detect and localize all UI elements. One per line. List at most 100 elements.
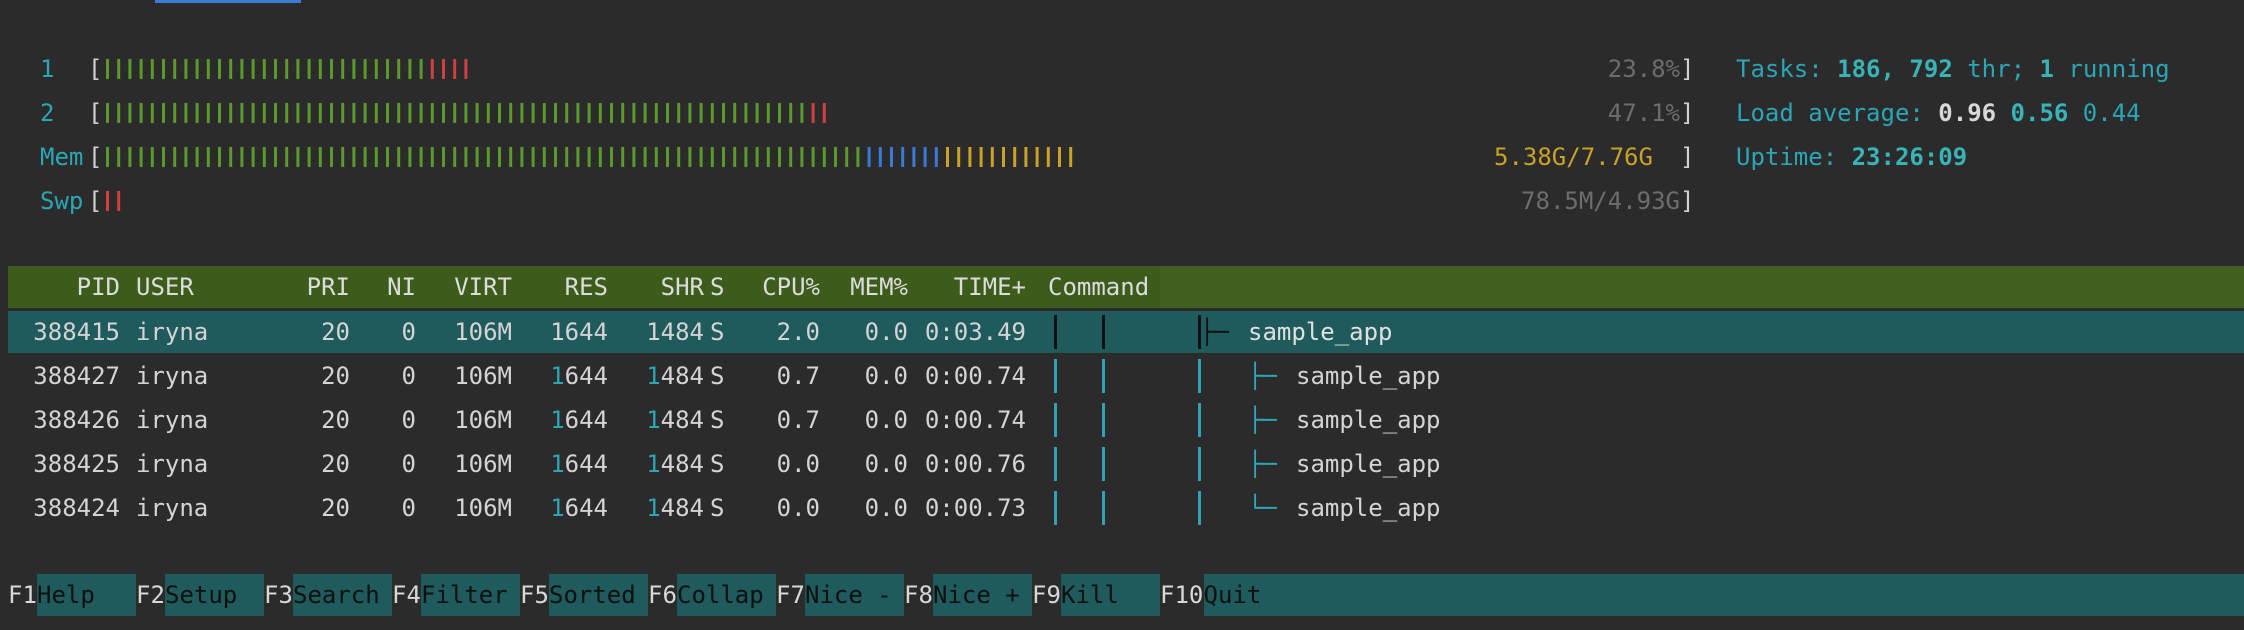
cpu2-usage-bar [106, 103, 826, 123]
process-row[interactable]: 388424 iryna 20 0 106M S 0.0 0.0 0:00.73 1644 1484… [8, 487, 2244, 529]
meter-tick [811, 103, 815, 123]
process-row[interactable]: 388427 iryna 20 0 106M S 0.7 0.0 0:00.74 1644 1484… [8, 355, 2244, 397]
col-ni[interactable]: NI [362, 266, 416, 308]
fkey-label-nice-button[interactable]: Nice + [933, 574, 1032, 616]
process-table-header: PID USER PRI NI VIRT RES SHR S CPU% MEM%… [8, 266, 2244, 308]
meter-tick [800, 147, 804, 167]
res-rest: 644 [564, 450, 608, 478]
fkey-label-sorted-button[interactable]: Sorted [549, 574, 648, 616]
meter-tick [822, 147, 826, 167]
cell-command: sample_app [1296, 406, 1441, 434]
meter-tick [106, 147, 109, 167]
fkey-f5[interactable]: F5 [520, 574, 549, 616]
fkey-label-filter-button[interactable]: Filter [421, 574, 520, 616]
meter-tick [128, 147, 132, 167]
cell-command: sample_app [1296, 494, 1441, 522]
fkey-label-help-button[interactable]: Help [37, 574, 136, 616]
fkey-label-quit-button[interactable]: Quit [1203, 574, 1276, 616]
meter-tick [397, 103, 401, 123]
meter-tick [509, 147, 513, 167]
tree-guide-line [1054, 403, 1057, 437]
meter-tick [498, 103, 501, 123]
meter-tick [419, 59, 423, 79]
cell-user: iryna [136, 362, 209, 390]
meter-tick [946, 147, 949, 167]
meter-tick [307, 103, 311, 123]
mem-usage-bar [106, 147, 1073, 167]
meter-tick [632, 147, 636, 167]
fkey-label-kill-button[interactable]: Kill [1061, 574, 1160, 616]
meter-tick [150, 147, 154, 167]
res-rest: 644 [564, 362, 608, 390]
col-pri[interactable]: PRI [278, 266, 350, 308]
meter-tick [117, 59, 121, 79]
meter-tick [430, 103, 434, 123]
cell-mem: 0.0 [864, 406, 908, 434]
fkey-f9[interactable]: F9 [1032, 574, 1061, 616]
col-pid[interactable]: PID [8, 266, 120, 308]
meter-tick [1002, 147, 1005, 167]
meter-tick [755, 103, 759, 123]
fkey-f8[interactable]: F8 [904, 574, 933, 616]
shr-lead-digit: 1 [646, 494, 661, 522]
meter-tick [722, 103, 725, 123]
meter-tick [610, 147, 613, 167]
col-mem[interactable]: MEM% [828, 266, 908, 308]
fkey-f3[interactable]: F3 [264, 574, 293, 616]
process-row[interactable]: 388426 iryna 20 0 106M S 0.7 0.0 0:00.74 1644 1484… [8, 399, 2244, 441]
res-lead-digit: 1 [550, 362, 565, 390]
meter-tick [218, 103, 221, 123]
meter-tick [890, 147, 893, 167]
fkey-label-nice-button[interactable]: Nice - [805, 574, 904, 616]
swap-label: Swp [40, 187, 84, 215]
meter-tick [274, 147, 277, 167]
meter-tick [464, 147, 468, 167]
col-time[interactable]: TIME+ [918, 266, 1026, 308]
meter-tick [106, 103, 109, 123]
col-shr[interactable]: SHR [620, 266, 704, 308]
swap-meter: Swp [ 78.5M/4.93G ] [0, 179, 1700, 223]
meter-tick [195, 59, 199, 79]
meter-tick [520, 147, 524, 167]
meter-tick [262, 59, 266, 79]
fkey-f2[interactable]: F2 [136, 574, 165, 616]
col-command[interactable]: Command [1048, 266, 1149, 308]
col-cpu[interactable]: CPU% [740, 266, 820, 308]
cell-shr: 1484 [620, 355, 704, 397]
cell-user: iryna [136, 318, 209, 346]
meter-tick [688, 103, 692, 123]
fkey-f10[interactable]: F10 [1160, 574, 1203, 616]
meter-tick [744, 103, 748, 123]
fkey-label-search-button[interactable]: Search [293, 574, 392, 616]
cell-shr: 1484 [620, 399, 704, 441]
cell-ni: 0 [401, 450, 416, 478]
fkey-f7[interactable]: F7 [776, 574, 805, 616]
col-res[interactable]: RES [524, 266, 608, 308]
fkey-label-collap-button[interactable]: Collap [677, 574, 776, 616]
meter-tick [1035, 147, 1039, 167]
fkey-label-setup-button[interactable]: Setup [165, 574, 264, 616]
meter-bracket-open: [ [88, 55, 103, 83]
fkey-f1[interactable]: F1 [8, 574, 37, 616]
meter-tick [643, 147, 647, 167]
meter-tick [430, 147, 434, 167]
col-state[interactable]: S [710, 266, 724, 308]
tasks-count: 186 [1837, 55, 1881, 83]
process-row-selected[interactable]: 388415 iryna 20 0 106M S 2.0 0.0 0:03.49 1644 1484… [8, 311, 2244, 353]
cell-cpu: 2.0 [776, 318, 820, 346]
col-virt[interactable]: VIRT [428, 266, 512, 308]
fkey-f4[interactable]: F4 [392, 574, 421, 616]
meter-tick [352, 147, 356, 167]
meter-tick [262, 103, 266, 123]
meter-tick [296, 147, 300, 167]
meter-tick [464, 103, 468, 123]
mem-label: Mem [40, 143, 84, 171]
meter-tick [766, 103, 770, 123]
meter-bracket-open: [ [88, 99, 103, 127]
col-user[interactable]: USER [136, 266, 194, 308]
fkey-f6[interactable]: F6 [648, 574, 677, 616]
meter-bracket-close: ] [1680, 143, 1695, 171]
running-label: running [2053, 55, 2170, 83]
shr-lead-digit: 1 [646, 406, 661, 434]
process-row[interactable]: 388425 iryna 20 0 106M S 0.0 0.0 0:00.76 1644 1484… [8, 443, 2244, 485]
